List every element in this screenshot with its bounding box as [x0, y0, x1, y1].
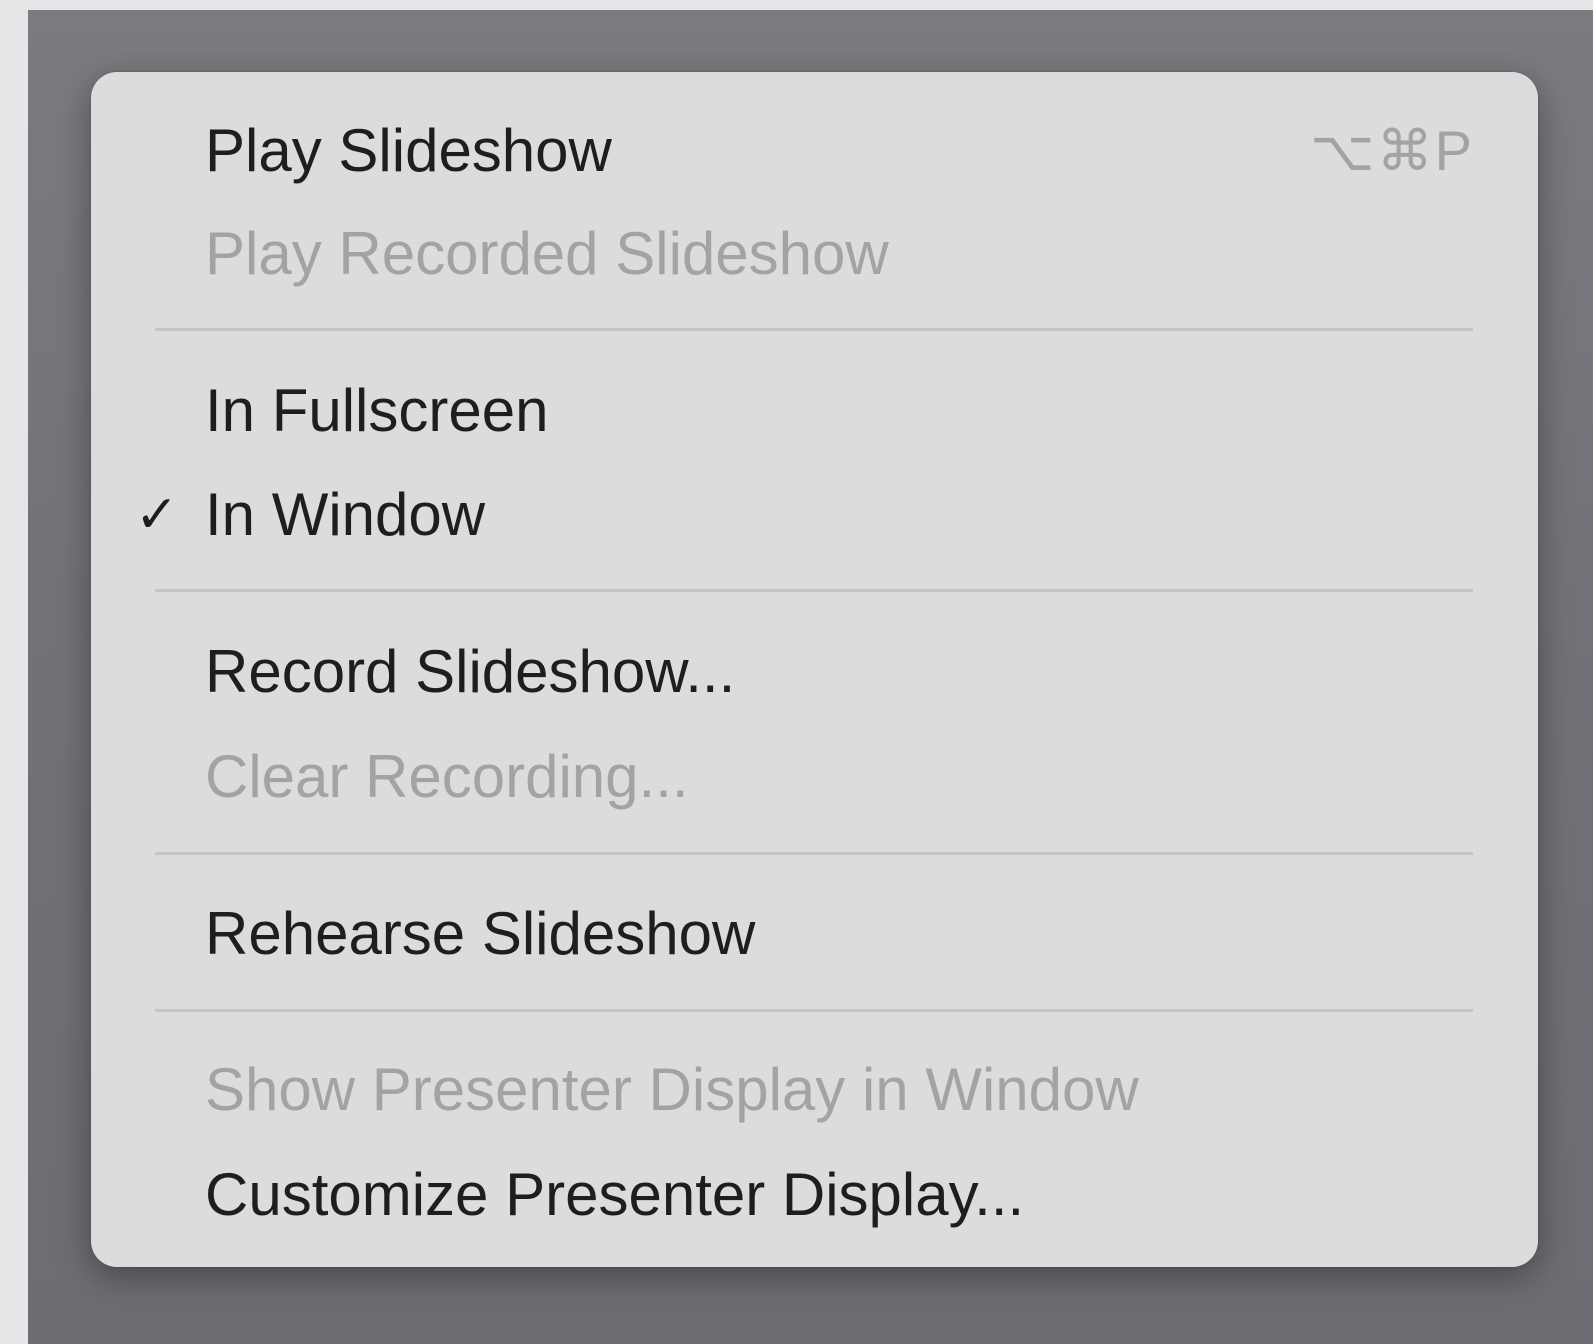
menu-item-in-window[interactable]: ✓ In Window: [91, 463, 1538, 567]
menu-item-label: Play Recorded Slideshow: [205, 220, 889, 287]
menu-item-label: Show Presenter Display in Window: [205, 1056, 1139, 1123]
menu-item-in-fullscreen[interactable]: In Fullscreen: [91, 359, 1538, 463]
menu-separator: [155, 589, 1473, 592]
menu-item-play-recorded-slideshow: Play Recorded Slideshow: [91, 202, 1538, 306]
menu-separator: [155, 852, 1473, 855]
menu-item-customize-presenter-display[interactable]: Customize Presenter Display...: [91, 1143, 1538, 1247]
menu-item-label: Clear Recording...: [205, 743, 689, 810]
menu-item-label: In Fullscreen: [205, 377, 549, 444]
menu-separator: [155, 1009, 1473, 1012]
menu-item-show-presenter-display: Show Presenter Display in Window: [91, 1038, 1538, 1142]
menu-item-label: Record Slideshow...: [205, 638, 736, 705]
menu-item-play-slideshow[interactable]: Play Slideshow ⌥⌘P: [91, 99, 1538, 203]
keyboard-shortcut: ⌥⌘P: [1310, 119, 1474, 182]
play-menu: Play Slideshow ⌥⌘P Play Recorded Slidesh…: [91, 72, 1538, 1267]
menu-item-label: Customize Presenter Display...: [205, 1161, 1025, 1228]
menu-item-label: In Window: [205, 481, 486, 548]
menu-item-label: Rehearse Slideshow: [205, 900, 756, 967]
menu-item-rehearse-slideshow[interactable]: Rehearse Slideshow: [91, 882, 1538, 986]
menu-item-record-slideshow[interactable]: Record Slideshow...: [91, 620, 1538, 724]
menu-separator: [155, 328, 1473, 331]
checkmark-icon: ✓: [135, 486, 179, 544]
menu-item-clear-recording: Clear Recording...: [91, 725, 1538, 829]
menu-item-label: Play Slideshow: [205, 117, 612, 184]
